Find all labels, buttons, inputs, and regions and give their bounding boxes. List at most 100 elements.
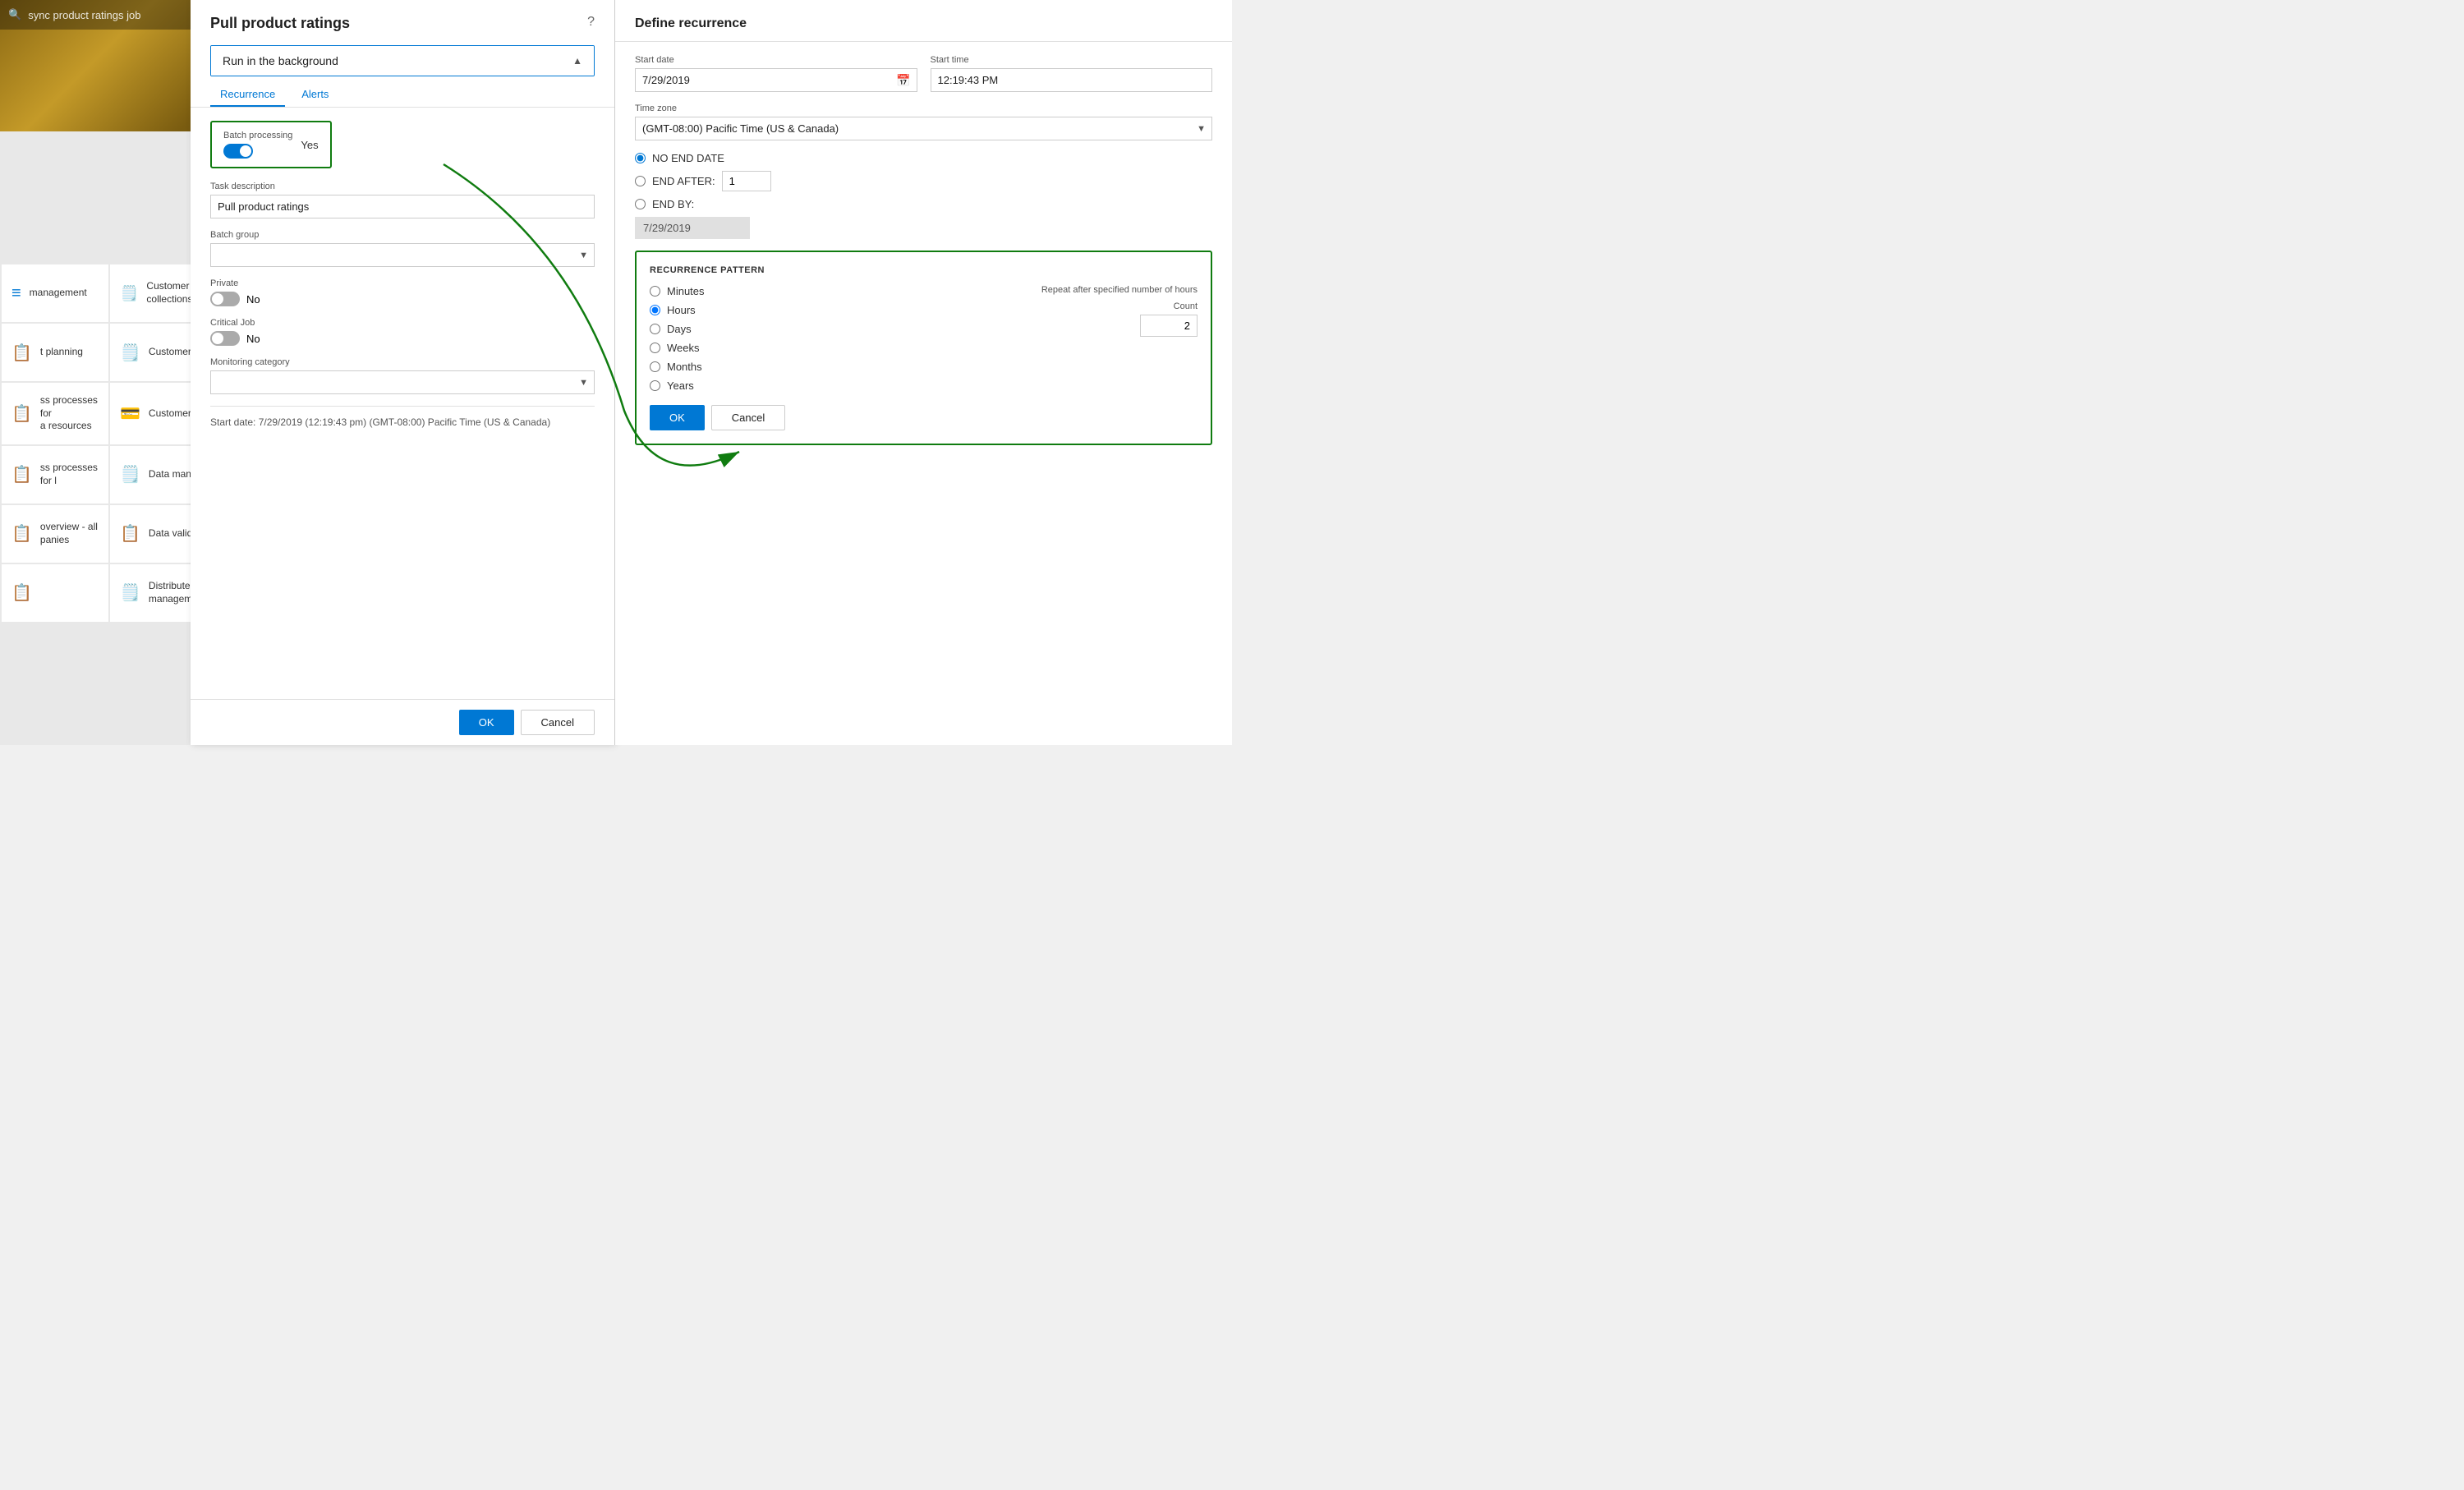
timezone-field: Time zone (GMT-08:00) Pacific Time (US &… xyxy=(635,103,1212,140)
timezone-label: Time zone xyxy=(635,103,1212,113)
recurrence-panel: Define recurrence Start date 📅 Start tim… xyxy=(614,0,1232,745)
batch-processing-box: Batch processing Yes xyxy=(210,121,332,168)
run-in-background-section: Run in the background ▲ xyxy=(210,45,595,76)
end-after-label: END AFTER: xyxy=(652,175,715,187)
weeks-radio[interactable] xyxy=(650,343,660,353)
cancel-button[interactable]: Cancel xyxy=(521,710,595,735)
end-by-date-row xyxy=(635,217,1212,239)
chevron-up-icon: ▲ xyxy=(572,55,582,67)
tile-icon-11: 🗒️ xyxy=(120,464,140,485)
start-date-input[interactable] xyxy=(635,68,917,92)
tile-icon-4: 📋 xyxy=(11,343,32,363)
end-after-count-input[interactable] xyxy=(722,171,771,191)
private-toggle-row: No xyxy=(210,292,595,306)
dialog-body: Batch processing Yes Task description Ba… xyxy=(191,108,614,699)
tile-planning[interactable]: 📋 t planning xyxy=(2,324,108,381)
recurrence-body: Start date 📅 Start time Time zone (GMT-0… xyxy=(615,42,1232,745)
tile-management[interactable]: ≡ management xyxy=(2,264,108,322)
start-date-field: Start date 📅 xyxy=(635,55,917,92)
critical-job-label: Critical Job xyxy=(210,318,595,328)
end-by-row: END BY: xyxy=(635,198,1212,210)
days-option: Days xyxy=(650,323,705,335)
monitoring-dropdown-arrow-icon: ▼ xyxy=(579,378,588,388)
private-toggle[interactable] xyxy=(210,292,240,306)
tile-label-10: ss processes for l xyxy=(40,462,99,487)
years-radio[interactable] xyxy=(650,380,660,391)
monitoring-category-select-wrap: ▼ xyxy=(210,370,595,394)
ok-button[interactable]: OK xyxy=(459,710,514,735)
count-input[interactable] xyxy=(1140,315,1198,337)
tab-recurrence[interactable]: Recurrence xyxy=(210,83,285,107)
weeks-label: Weeks xyxy=(667,342,700,354)
weeks-option: Weeks xyxy=(650,342,705,354)
help-icon[interactable]: ? xyxy=(587,15,595,30)
run-in-background-label: Run in the background xyxy=(223,54,338,67)
tile-processes-2[interactable]: 📋 ss processes for l xyxy=(2,446,108,504)
dialog-title: Pull product ratings xyxy=(210,15,350,32)
minutes-option: Minutes xyxy=(650,285,705,297)
timezone-select[interactable]: (GMT-08:00) Pacific Time (US & Canada) xyxy=(635,117,1212,140)
end-by-date-input[interactable] xyxy=(635,217,750,239)
months-label: Months xyxy=(667,361,702,373)
critical-job-field: Critical Job No xyxy=(210,318,595,346)
end-by-radio[interactable] xyxy=(635,199,646,209)
start-date-label: Start date xyxy=(635,55,917,65)
start-time-input[interactable] xyxy=(931,68,1213,92)
tile-icon-1: ≡ xyxy=(11,284,21,303)
start-date-input-wrap: 📅 xyxy=(635,68,917,92)
task-description-input[interactable] xyxy=(210,195,595,218)
hours-radio[interactable] xyxy=(650,305,660,315)
no-end-date-radio[interactable] xyxy=(635,153,646,163)
months-radio[interactable] xyxy=(650,361,660,372)
private-value: No xyxy=(246,293,260,306)
recurrence-ok-button[interactable]: OK xyxy=(650,405,705,430)
pattern-options-group: Minutes Hours Days Weeks xyxy=(650,285,705,392)
start-date-time-row: Start date 📅 Start time xyxy=(635,55,1212,92)
critical-job-value: No xyxy=(246,333,260,345)
tile-label-4: t planning xyxy=(40,346,83,359)
end-by-label: END BY: xyxy=(652,198,694,210)
recurrence-cancel-button[interactable]: Cancel xyxy=(711,405,785,430)
start-time-field: Start time xyxy=(931,55,1213,92)
dropdown-arrow-icon: ▼ xyxy=(579,251,588,260)
tile-icon-14: 📋 xyxy=(120,523,140,544)
hours-label: Hours xyxy=(667,304,696,316)
end-after-radio[interactable] xyxy=(635,176,646,186)
vertical-divider xyxy=(614,0,615,745)
recurrence-pattern-box: RECURRENCE PATTERN Minutes Hours Days xyxy=(635,251,1212,445)
calendar-icon[interactable]: 📅 xyxy=(896,73,910,87)
tile-label-1: management xyxy=(30,287,87,300)
task-description-label: Task description xyxy=(210,182,595,191)
tile-icon-5: 🗒️ xyxy=(120,343,140,363)
tile-empty-1[interactable]: 📋 xyxy=(2,564,108,622)
tile-overview[interactable]: 📋 overview - allpanies xyxy=(2,505,108,563)
tile-icon-10: 📋 xyxy=(11,464,32,485)
days-radio[interactable] xyxy=(650,324,660,334)
years-option: Years xyxy=(650,379,705,392)
timezone-select-wrap: (GMT-08:00) Pacific Time (US & Canada) ▼ xyxy=(635,117,1212,140)
recurrence-pattern-footer: OK Cancel xyxy=(650,405,1198,430)
tile-label-7: ss processes fora resources xyxy=(40,394,99,433)
start-date-info: Start date: 7/29/2019 (12:19:43 pm) (GMT… xyxy=(210,406,595,428)
minutes-radio[interactable] xyxy=(650,286,660,297)
tile-processes-1[interactable]: 📋 ss processes fora resources xyxy=(2,383,108,444)
batch-processing-toggle[interactable] xyxy=(223,144,253,159)
batch-group-input[interactable] xyxy=(210,243,595,267)
dialog-footer: OK Cancel xyxy=(191,699,614,745)
monitoring-category-input[interactable] xyxy=(210,370,595,394)
recurrence-header: Define recurrence xyxy=(615,0,1232,42)
tile-icon-13: 📋 xyxy=(11,523,32,544)
tile-icon-2: 🗒️ xyxy=(120,285,138,302)
batch-group-select-wrap: ▼ xyxy=(210,243,595,267)
no-end-date-row: NO END DATE xyxy=(635,152,1212,164)
monitoring-category-field: Monitoring category ▼ xyxy=(210,357,595,394)
tile-icon-8: 💳 xyxy=(120,403,140,424)
months-option: Months xyxy=(650,361,705,373)
run-in-background-header[interactable]: Run in the background ▲ xyxy=(211,46,594,76)
dialog-header: Pull product ratings ? xyxy=(191,0,614,32)
toggle-thumb xyxy=(240,145,251,157)
critical-job-toggle[interactable] xyxy=(210,331,240,346)
no-end-date-label: NO END DATE xyxy=(652,152,724,164)
tab-alerts[interactable]: Alerts xyxy=(292,83,338,107)
recurrence-pattern-title: RECURRENCE PATTERN xyxy=(650,265,1198,275)
